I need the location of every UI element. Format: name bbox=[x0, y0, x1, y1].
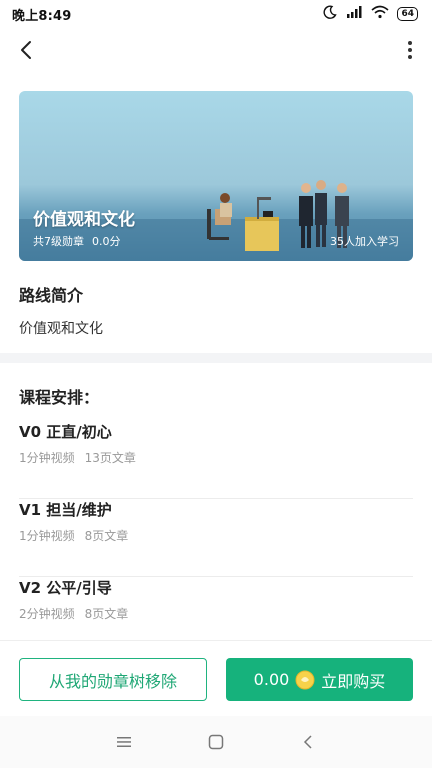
section-divider bbox=[0, 353, 432, 363]
more-options-button[interactable] bbox=[402, 36, 418, 64]
more-vertical-icon bbox=[408, 41, 412, 59]
battery-indicator: 64 bbox=[397, 7, 418, 21]
course-item-v1[interactable]: V1 担当/维护 1分钟视频 8页文章 bbox=[19, 499, 413, 577]
course-meta: 1分钟视频 8页文章 bbox=[19, 527, 128, 544]
status-bar: 晚上8:49 64 bbox=[0, 0, 432, 28]
back-chevron-icon bbox=[303, 735, 312, 749]
moon-icon bbox=[323, 5, 338, 23]
course-page-count: 13页文章 bbox=[84, 451, 136, 465]
remove-from-tree-button[interactable]: 从我的勋章树移除 bbox=[19, 658, 207, 701]
course-meta: 2分钟视频 8页文章 bbox=[19, 605, 128, 622]
course-page-count: 8页文章 bbox=[84, 529, 129, 543]
course-name: V1 担当/维护 bbox=[19, 501, 112, 519]
course-video-length: 1分钟视频 bbox=[19, 451, 75, 465]
banner-levels: 共7级勋章 bbox=[33, 235, 84, 248]
course-name: V2 公平/引导 bbox=[19, 579, 112, 597]
buy-label: 立即购买 bbox=[321, 671, 386, 691]
system-nav-bar bbox=[0, 716, 432, 768]
course-video-length: 2分钟视频 bbox=[19, 607, 75, 621]
course-name: V0 正直/初心 bbox=[19, 423, 112, 441]
wifi-icon bbox=[371, 5, 389, 23]
nav-back-button[interactable] bbox=[297, 731, 319, 753]
status-time: 晚上8:49 bbox=[12, 8, 72, 24]
intro-text: 价值观和文化 bbox=[19, 321, 103, 337]
course-page-count: 8页文章 bbox=[84, 607, 129, 621]
banner-joined-count: 35人加入学习 bbox=[330, 235, 399, 248]
buy-now-button[interactable]: 0.00 立即购买 bbox=[226, 658, 413, 701]
home-square-icon bbox=[208, 734, 224, 750]
course-item-v0[interactable]: V0 正直/初心 1分钟视频 13页文章 bbox=[19, 421, 413, 499]
signal-icon bbox=[345, 5, 363, 23]
bottom-action-bar: 从我的勋章树移除 0.00 立即购买 bbox=[0, 640, 432, 716]
banner-title: 价值观和文化 bbox=[33, 210, 135, 230]
top-header bbox=[0, 28, 432, 74]
banner-score: 0.0分 bbox=[92, 235, 121, 248]
coin-icon bbox=[295, 670, 315, 689]
back-arrow-icon bbox=[21, 41, 31, 59]
nav-home-button[interactable] bbox=[205, 731, 227, 753]
nav-menu-button[interactable] bbox=[113, 731, 135, 753]
price-label: 0.00 bbox=[253, 670, 290, 689]
menu-icon bbox=[117, 737, 131, 747]
back-button[interactable] bbox=[12, 36, 40, 64]
intro-heading: 路线简介 bbox=[19, 286, 84, 305]
course-video-length: 1分钟视频 bbox=[19, 529, 75, 543]
course-banner[interactable]: 价值观和文化 共7级勋章 0.0分 35人加入学习 bbox=[19, 91, 413, 261]
status-icons: 64 bbox=[323, 5, 418, 23]
course-meta: 1分钟视频 13页文章 bbox=[19, 449, 136, 466]
banner-meta: 共7级勋章 0.0分 bbox=[33, 233, 121, 249]
schedule-heading: 课程安排： bbox=[19, 388, 100, 407]
